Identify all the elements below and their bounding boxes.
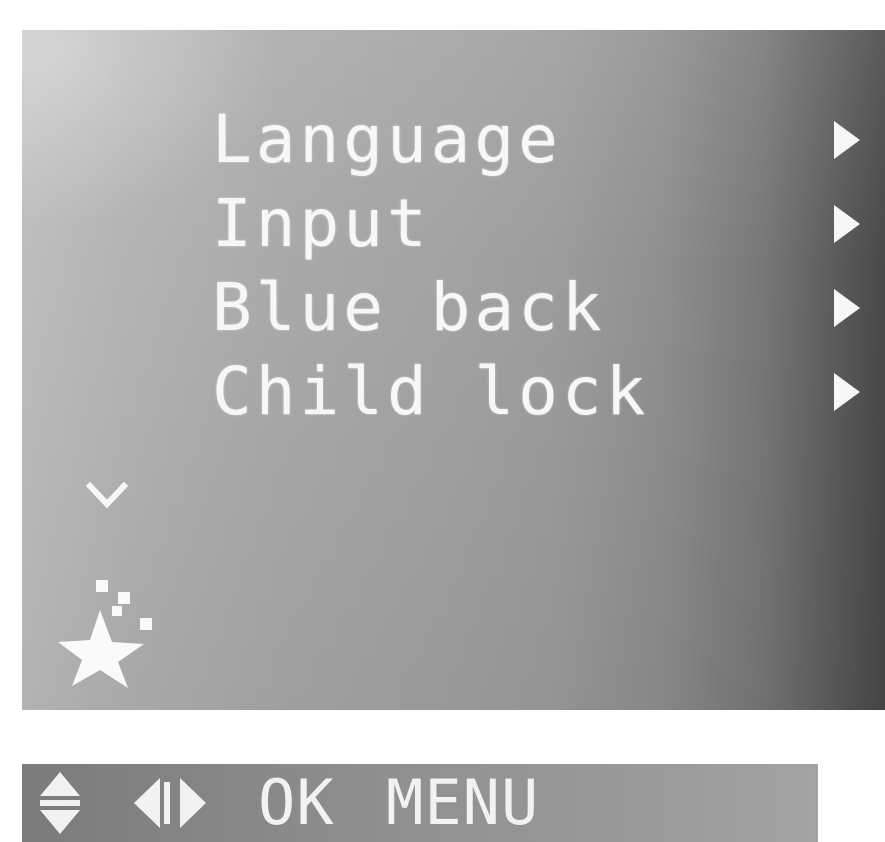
- osd-menu-panel: Language Input Blue back Child lock: [22, 30, 885, 710]
- triangle-right-icon: [834, 205, 860, 243]
- triangle-right-icon: [834, 121, 860, 159]
- menu-item-input[interactable]: Input: [212, 182, 872, 266]
- triangle-right-icon: [834, 289, 860, 327]
- menu-item-language[interactable]: Language: [212, 98, 872, 182]
- menu-label: MENU: [386, 766, 540, 839]
- triangle-right-icon: [834, 373, 860, 411]
- left-right-arrows-icon: [134, 778, 206, 828]
- up-down-hint: [38, 764, 82, 842]
- left-right-hint: [130, 764, 214, 842]
- ok-label: OK: [258, 766, 335, 839]
- menu-item-label: Child lock: [212, 353, 650, 430]
- menu-list: Language Input Blue back Child lock: [212, 98, 872, 434]
- up-down-arrows-icon: [40, 772, 80, 834]
- menu-item-child-lock[interactable]: Child lock: [212, 350, 872, 434]
- menu-hint: MENU: [386, 764, 539, 842]
- ok-hint: OK: [258, 764, 335, 842]
- help-bar: OK MENU: [22, 764, 818, 842]
- menu-item-label: Input: [212, 185, 431, 262]
- menu-item-label: Language: [212, 101, 562, 178]
- menu-item-label: Blue back: [212, 269, 606, 346]
- menu-item-blue-back[interactable]: Blue back: [212, 266, 872, 350]
- star-icon: [58, 580, 152, 688]
- chevron-down-icon[interactable]: [84, 472, 130, 518]
